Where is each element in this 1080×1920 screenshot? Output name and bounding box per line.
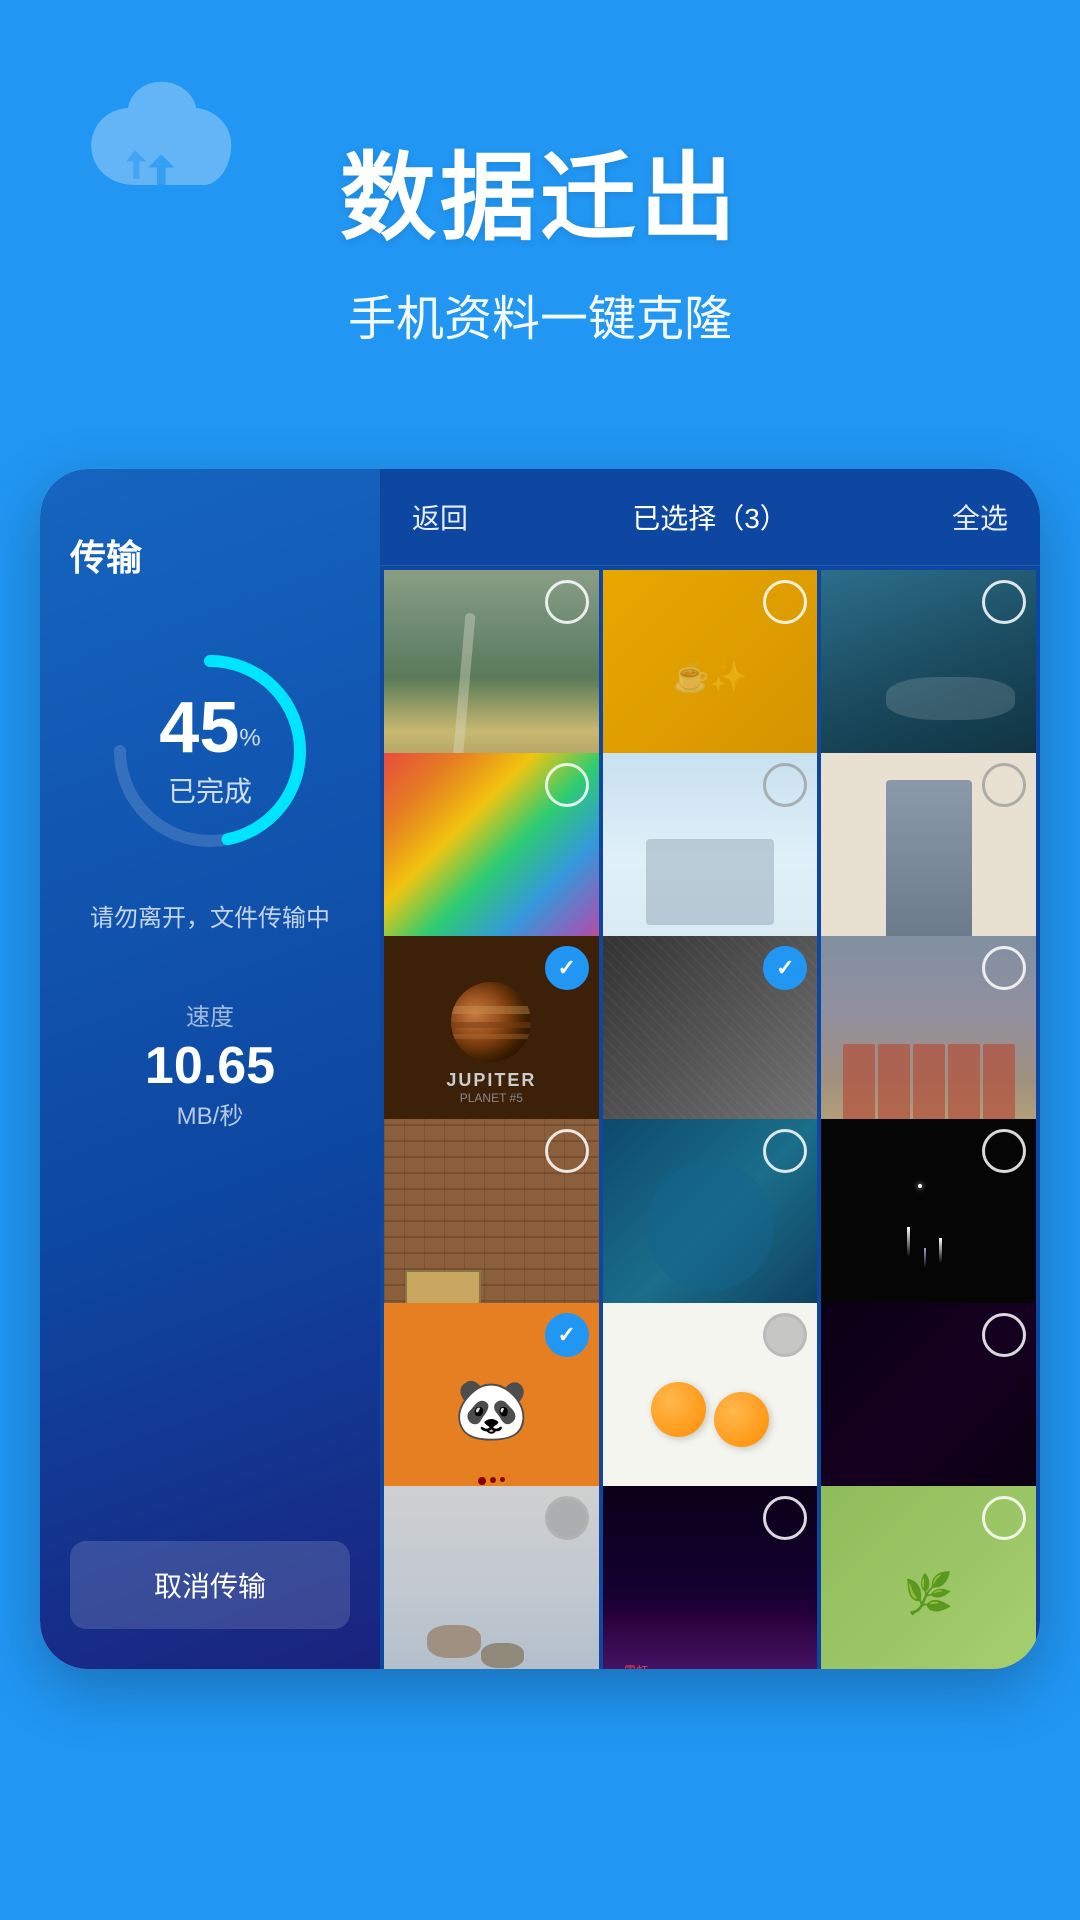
transfer-panel: 传输 45% 已完成 请勿离开，文件传输中 速度 10.65 MB/秒 取消传输 xyxy=(40,469,380,1669)
main-card: 传输 45% 已完成 请勿离开，文件传输中 速度 10.65 MB/秒 取消传输 xyxy=(40,469,1040,1669)
item-3-checkbox[interactable] xyxy=(982,580,1026,624)
item-15-checkbox[interactable] xyxy=(982,1313,1026,1357)
item-17-checkbox[interactable] xyxy=(763,1496,807,1540)
item-18-checkbox[interactable] xyxy=(982,1496,1026,1540)
progress-percent: % xyxy=(239,725,260,752)
gallery-item-17[interactable]: 霓虹 xyxy=(603,1486,818,1669)
item-9-checkbox[interactable] xyxy=(982,946,1026,990)
gallery-grid: ☕✨ xyxy=(380,566,1040,1669)
gallery-item-18[interactable]: 🌿 xyxy=(821,1486,1036,1669)
select-all-button[interactable]: 全选 xyxy=(952,497,1008,537)
gallery-header: 返回 已选择（3） 全选 xyxy=(380,469,1040,566)
item-7-checkbox[interactable] xyxy=(545,946,589,990)
cancel-transfer-button[interactable]: 取消传输 xyxy=(70,1541,350,1629)
item-14-checkbox[interactable] xyxy=(763,1313,807,1357)
back-button[interactable]: 返回 xyxy=(412,497,468,537)
progress-value: 45 xyxy=(159,688,239,768)
progress-done: 已完成 xyxy=(159,770,260,810)
item-6-checkbox[interactable] xyxy=(982,763,1026,807)
gallery-item-16[interactable] xyxy=(384,1486,599,1669)
speed-unit: MB/秒 xyxy=(145,1096,275,1131)
progress-center: 45% 已完成 xyxy=(159,692,260,810)
speed-label: 速度 xyxy=(145,997,275,1032)
item-16-checkbox[interactable] xyxy=(545,1496,589,1540)
header-section: 数据迁出 手机资料一键克隆 xyxy=(0,0,1080,409)
gallery-panel: 返回 已选择（3） 全选 ☕✨ xyxy=(380,469,1040,1669)
cloud-icon xyxy=(80,80,260,225)
item-1-checkbox[interactable] xyxy=(545,580,589,624)
item-2-checkbox[interactable] xyxy=(763,580,807,624)
transfer-label: 传输 xyxy=(70,529,142,581)
speed-section: 速度 10.65 MB/秒 xyxy=(145,997,275,1131)
page-subtitle: 手机资料一键克隆 xyxy=(60,279,1020,349)
item-13-checkbox[interactable] xyxy=(545,1313,589,1357)
item-10-checkbox[interactable] xyxy=(545,1129,589,1173)
progress-ring: 45% 已完成 xyxy=(100,641,320,861)
selected-count: 已选择（3） xyxy=(632,497,788,537)
item-4-checkbox[interactable] xyxy=(545,763,589,807)
speed-value: 10.65 xyxy=(145,1040,275,1092)
